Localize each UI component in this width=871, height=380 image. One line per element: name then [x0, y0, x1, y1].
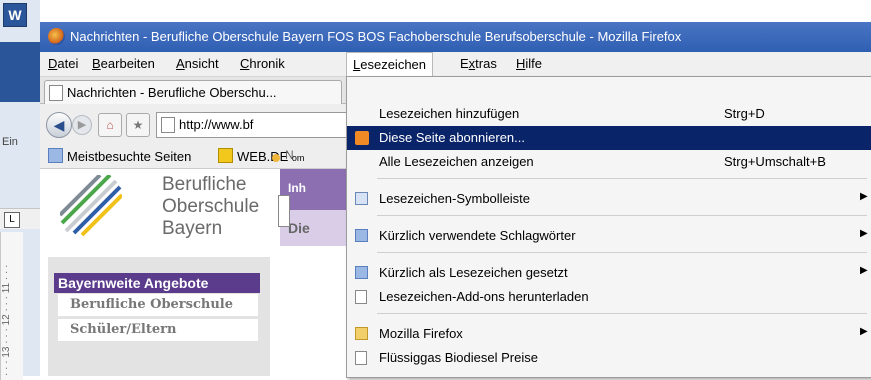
menu-item-schlagwoerter[interactable]: Kürzlich verwendete Schlagwörter ▶ — [347, 224, 871, 248]
site-sidebar: Bayernweite Angebote Berufliche Oberschu… — [48, 257, 270, 376]
menu-lesezeichen[interactable]: Lesezeichen — [346, 52, 434, 76]
menu-datei[interactable]: Datei — [48, 56, 78, 71]
submenu-arrow-icon: ▶ — [860, 265, 868, 276]
menu-item-label: Alle Lesezeichen anzeigen — [379, 154, 534, 169]
logo-text: Berufliche — [162, 174, 247, 195]
menu-mnemonic: C — [240, 56, 250, 71]
logo-text: Bayern — [162, 218, 223, 239]
menu-item-label: Mozilla Firefox — [379, 326, 463, 341]
menu-hilfe[interactable]: Hilfe — [516, 56, 542, 71]
menu-label: hronik — [249, 56, 285, 71]
webde-icon — [218, 148, 233, 163]
logo-text: Oberschule — [162, 196, 260, 217]
back-button[interactable]: ◀ — [46, 112, 72, 138]
tab-title: Nachrichten - Berufliche Oberschu... — [67, 85, 277, 100]
bookmark-label: Meistbesuchte Seiten — [67, 149, 192, 164]
menu-item-symbolleiste[interactable]: Lesezeichen-Symbolleiste ▶ — [347, 187, 871, 211]
word-logo-icon: W — [3, 3, 27, 27]
submenu-arrow-icon: ▶ — [860, 228, 868, 239]
menu-item-label: Lesezeichen-Add-ons herunterladen — [379, 289, 589, 304]
page-icon — [161, 117, 175, 133]
menu-label: nsicht — [184, 56, 219, 71]
menu-bearbeiten[interactable]: Bearbeiten — [92, 56, 155, 71]
menu-item-label: Diese Seite abonnieren... — [379, 130, 525, 145]
menu-item-mozilla-firefox[interactable]: Mozilla Firefox ▶ — [347, 322, 871, 346]
menu-item-addons[interactable]: Lesezeichen-Add-ons herunterladen — [347, 285, 871, 309]
bookmark-meistbesuchte[interactable]: Meistbesuchte Seiten — [48, 148, 191, 164]
sidebar-link[interactable]: Berufliche Oberschule — [58, 294, 258, 316]
news-link[interactable]: N — [285, 148, 294, 162]
page-icon — [355, 290, 367, 304]
menu-label: ilfe — [525, 56, 543, 71]
menu-label: atei — [57, 56, 79, 71]
menu-mnemonic: A — [176, 56, 185, 71]
menu-chronik[interactable]: Chronik — [240, 56, 285, 71]
page-icon — [49, 85, 63, 101]
menu-item-label: Lesezeichen hinzufügen — [379, 106, 520, 121]
submenu-arrow-icon: ▶ — [860, 326, 868, 337]
page-icon — [355, 351, 367, 365]
toolbar-folder-icon — [355, 192, 368, 205]
menu-item-shortcut: Strg+Umschalt+B — [724, 154, 826, 169]
site-nav-tab[interactable]: Inh — [280, 169, 350, 210]
school-logo-icon — [60, 175, 122, 237]
form-box[interactable] — [278, 195, 290, 227]
menu-item-shortcut: Strg+D — [724, 106, 765, 121]
home-icon[interactable]: ⌂ — [98, 113, 122, 137]
firefox-icon — [48, 28, 65, 45]
forward-button[interactable]: ▶ — [72, 115, 92, 135]
folder-icon — [355, 327, 368, 340]
submenu-arrow-icon: ▶ — [860, 191, 868, 202]
menu-item-label: Lesezeichen-Symbolleiste — [379, 191, 531, 206]
menu-item-label: Kürzlich als Lesezeichen gesetzt — [379, 265, 568, 280]
menu-mnemonic: H — [516, 56, 526, 71]
site-nav-tab[interactable]: Die — [280, 210, 350, 246]
menu-label: E — [460, 56, 469, 71]
word-tab-selector-button[interactable]: L — [4, 212, 20, 228]
word-ribbon-bar — [0, 42, 40, 102]
menu-item-seite-abonnieren[interactable]: Diese Seite abonnieren... — [347, 126, 871, 150]
menu-item-label: Flüssiggas Biodiesel Preise — [379, 350, 538, 365]
menu-separator — [377, 313, 867, 314]
menu-item-alle-lesezeichen[interactable]: Alle Lesezeichen anzeigen Strg+Umschalt+… — [347, 150, 871, 174]
word-vertical-ruler: · · · 13 · · · 12 · · · 11 · · · — [0, 232, 23, 380]
menu-mnemonic: D — [48, 56, 58, 71]
menu-separator — [377, 178, 867, 179]
sidebar-header: Bayernweite Angebote — [54, 273, 260, 293]
bookmark-suffix: om — [291, 153, 305, 163]
smart-folder-icon — [355, 266, 368, 279]
menu-item-fluessiggas[interactable]: Flüssiggas Biodiesel Preise — [347, 346, 871, 370]
bullet-icon — [272, 154, 280, 162]
bookmark-label: WEB.DE — [237, 149, 289, 164]
menu-label: earbeiten — [100, 56, 155, 71]
folder-icon — [48, 148, 63, 163]
menu-mnemonic: B — [92, 56, 101, 71]
menu-extras[interactable]: Extras — [460, 56, 497, 71]
bookmark-icon[interactable]: ★ — [126, 113, 150, 137]
word-ein-label: Ein — [2, 136, 18, 148]
url-bar[interactable]: http://www.bf — [156, 112, 358, 138]
window-title: Nachrichten - Berufliche Oberschule Baye… — [70, 29, 682, 44]
sidebar-link[interactable]: Schüler/Eltern — [58, 319, 258, 341]
menu-separator — [377, 215, 867, 216]
menu-ansicht[interactable]: Ansicht — [176, 56, 219, 71]
title-bar: Nachrichten - Berufliche Oberschule Baye… — [40, 22, 871, 52]
menu-bar: Datei Bearbeiten Ansicht Chronik Lesezei… — [40, 52, 871, 77]
menu-separator — [377, 252, 867, 253]
menu-item-kuerzlich-gesetzt[interactable]: Kürzlich als Lesezeichen gesetzt ▶ — [347, 261, 871, 285]
lesezeichen-dropdown: Lesezeichen hinzufügen Strg+D Diese Seit… — [346, 76, 871, 378]
menu-item-lesezeichen-hinzufuegen[interactable]: Lesezeichen hinzufügen Strg+D — [347, 102, 871, 126]
smart-folder-icon — [355, 229, 368, 242]
browser-tab[interactable]: Nachrichten - Berufliche Oberschu... — [44, 80, 342, 104]
url-text: http://www.bf — [179, 117, 254, 132]
rss-feed-icon — [355, 131, 369, 145]
menu-label: esezeichen — [360, 57, 427, 72]
menu-label: tras — [475, 56, 497, 71]
menu-item-label: Kürzlich verwendete Schlagwörter — [379, 228, 576, 243]
